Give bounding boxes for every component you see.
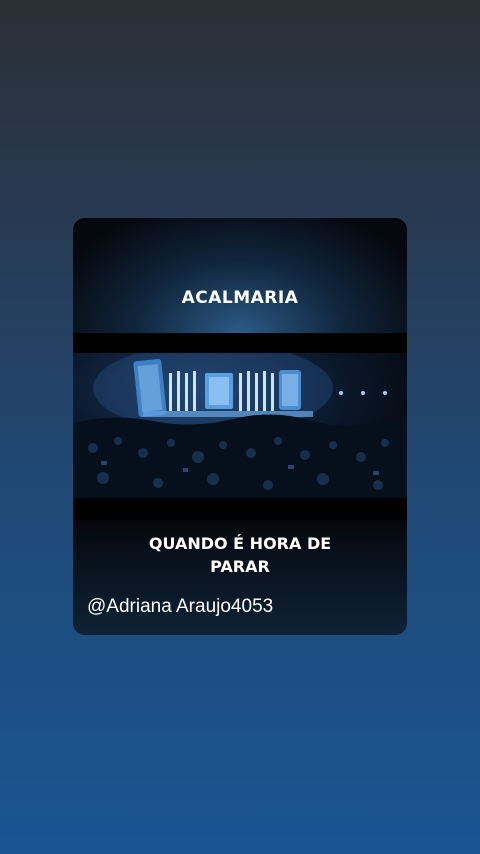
author-handle[interactable]: @Adriana Araujo4053 bbox=[87, 596, 273, 618]
caption-line-2: PARAR bbox=[210, 557, 270, 576]
video-caption: QUANDO É HORA DE PARAR bbox=[73, 532, 407, 578]
caption-line-1: QUANDO É HORA DE bbox=[148, 534, 332, 553]
video-card[interactable]: ACALMARIA QUANDO É HORA DE PARAR @Adrian… bbox=[73, 218, 407, 635]
letterbox-bottom bbox=[73, 498, 407, 520]
video-title: ACALMARIA bbox=[181, 288, 299, 308]
caption-area: QUANDO É HORA DE PARAR @Adriana Araujo40… bbox=[73, 520, 407, 635]
title-banner: ACALMARIA bbox=[73, 218, 407, 333]
letterbox-top bbox=[73, 333, 407, 353]
concert-stage-image[interactable] bbox=[73, 353, 407, 498]
concert-scene bbox=[73, 353, 407, 498]
